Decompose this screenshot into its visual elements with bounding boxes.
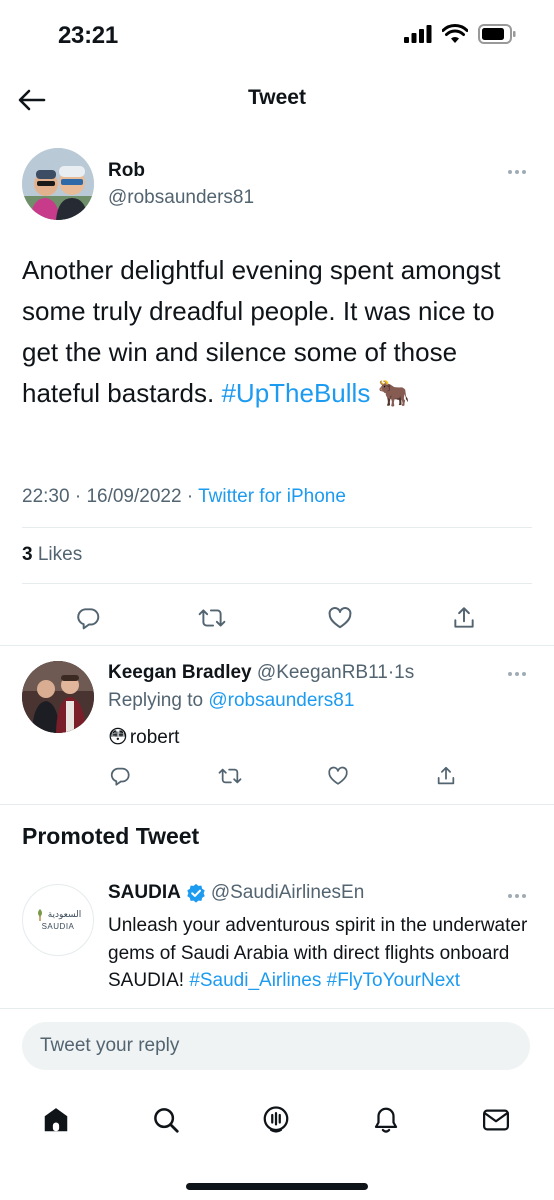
divider	[22, 583, 532, 584]
tweet-timestamp: 22:30 · 16/09/2022 · Twitter for iPhone	[22, 486, 346, 508]
author-name[interactable]: Rob	[108, 160, 145, 182]
tweet-source-link[interactable]: Twitter for iPhone	[198, 486, 346, 507]
reply-bubble-icon	[109, 765, 131, 787]
home-indicator[interactable]	[186, 1183, 368, 1190]
tweet-text: Another delightful evening spent amongst…	[22, 250, 534, 414]
share-icon	[451, 605, 477, 631]
author-avatar[interactable]	[22, 148, 94, 220]
author-handle[interactable]: @robsaunders81	[108, 187, 254, 209]
heart-icon	[327, 765, 349, 787]
reply-input[interactable]	[22, 1022, 530, 1070]
like-button[interactable]	[320, 598, 360, 638]
retweet-icon	[218, 765, 242, 787]
divider	[0, 1008, 554, 1009]
status-icons	[404, 24, 516, 44]
reply-author-name[interactable]: Keegan Bradley	[108, 662, 252, 683]
divider	[0, 645, 554, 646]
more-dots-icon[interactable]	[508, 890, 534, 902]
ox-emoji: 🐂	[377, 378, 410, 408]
verified-badge-icon	[186, 883, 206, 903]
battery-icon	[478, 24, 516, 44]
reply-time: 1s	[394, 662, 415, 683]
tab-messages[interactable]	[476, 1100, 516, 1140]
reply-author-avatar[interactable]	[22, 661, 94, 733]
saudia-logo-latin: SAUDIA	[41, 922, 75, 931]
status-time: 23:21	[58, 22, 118, 49]
notifications-icon	[371, 1105, 401, 1135]
tweet-time: 22:30	[22, 486, 70, 507]
heart-icon	[327, 605, 353, 631]
promoted-author-avatar[interactable]: السعودية SAUDIA	[22, 884, 94, 956]
like-button[interactable]	[322, 760, 354, 792]
retweet-button[interactable]	[214, 760, 246, 792]
home-icon	[41, 1105, 71, 1135]
wifi-icon	[442, 24, 468, 44]
section-heading: Promoted Tweet	[22, 823, 200, 849]
promoted-author-name[interactable]: SAUDIA	[108, 882, 181, 904]
reply-body: robert	[129, 726, 180, 748]
flushed-emoji: 😳	[108, 727, 128, 748]
meta-separator: ·	[74, 486, 82, 507]
promoted-tweet-text: Unleash your adventurous spirit in the u…	[108, 912, 538, 1008]
reply-author-handle[interactable]: @KeeganRB11	[257, 662, 388, 683]
reply-author-line: Keegan Bradley @KeeganRB11·1s	[108, 662, 414, 684]
promoted-author-line: SAUDIA @SaudiAirlinesEn	[108, 882, 364, 904]
likes-count[interactable]: 3 Likes	[22, 544, 82, 566]
share-icon	[435, 765, 457, 787]
tab-notifications[interactable]	[366, 1100, 406, 1140]
status-bar: 23:21	[0, 0, 554, 70]
reply-bar	[0, 1008, 554, 1088]
page-title: Tweet	[248, 86, 306, 109]
divider	[22, 527, 532, 528]
hashtag-link[interactable]: #Saudi_Airlines	[189, 970, 321, 991]
share-button[interactable]	[430, 760, 462, 792]
replying-to: Replying to @robsaunders81	[108, 690, 354, 712]
search-icon	[151, 1105, 181, 1135]
more-dots-icon[interactable]	[508, 668, 534, 680]
tab-home[interactable]	[36, 1100, 76, 1140]
reply-text: 😳 robert	[108, 726, 179, 749]
tweet-date: 16/09/2022	[86, 486, 182, 507]
retweet-icon	[198, 605, 226, 631]
tab-spaces[interactable]	[256, 1100, 296, 1140]
reply-bubble-icon	[75, 605, 101, 631]
messages-icon	[481, 1105, 511, 1135]
saudia-emblem-icon	[35, 909, 45, 921]
meta-separator: ·	[186, 486, 194, 507]
more-dots-icon[interactable]	[508, 166, 534, 178]
reply-button[interactable]	[104, 760, 136, 792]
replying-to-link[interactable]: @robsaunders81	[208, 690, 354, 711]
share-button[interactable]	[444, 598, 484, 638]
hashtag-link[interactable]: #FlyToYourNext	[327, 970, 460, 991]
header: Tweet	[0, 70, 554, 130]
promoted-author-handle[interactable]: @SaudiAirlinesEn	[211, 882, 364, 904]
likes-label: Likes	[37, 544, 83, 565]
tab-search[interactable]	[146, 1100, 186, 1140]
hashtag-link[interactable]: #UpTheBulls	[221, 378, 370, 408]
saudia-logo: السعودية	[35, 909, 82, 921]
divider	[0, 804, 554, 805]
retweet-button[interactable]	[192, 598, 232, 638]
saudia-logo-arabic: السعودية	[47, 910, 82, 920]
reply-button[interactable]	[68, 598, 108, 638]
signal-icon	[404, 25, 432, 43]
spaces-icon	[261, 1105, 291, 1135]
likes-number: 3	[22, 544, 33, 565]
replying-prefix: Replying to	[108, 690, 204, 711]
